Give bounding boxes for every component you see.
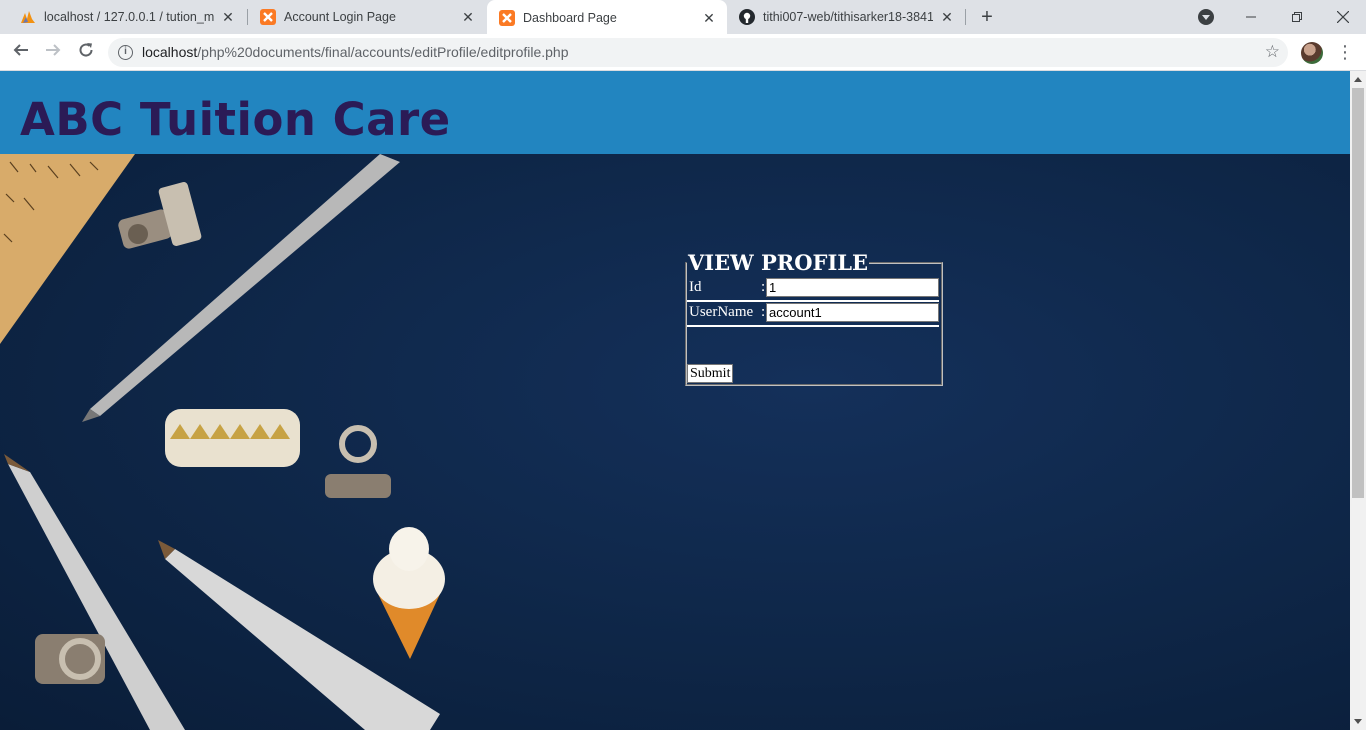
- tab-separator: [965, 9, 966, 25]
- page-viewport: ABC Tuition Care VIEW PROFILE Id: 1 Use…: [0, 71, 1350, 730]
- close-icon[interactable]: ✕: [701, 10, 717, 26]
- background-image: [0, 154, 1350, 730]
- username-input[interactable]: [766, 303, 939, 322]
- tab-title: Account Login Page: [284, 10, 396, 24]
- close-icon[interactable]: ✕: [220, 9, 236, 25]
- address-bar[interactable]: i localhost/php%20documents/final/accoun…: [108, 38, 1288, 67]
- reload-button[interactable]: [74, 40, 98, 64]
- tab-title: localhost / 127.0.0.1 / tution_man: [44, 10, 214, 24]
- page-scrollbar[interactable]: [1350, 71, 1366, 730]
- submit-button[interactable]: Submit: [687, 364, 734, 383]
- binder-clip-image: [35, 634, 105, 684]
- tab-title: tithi007-web/tithisarker18-38418: [763, 10, 933, 24]
- ruler-image: [0, 154, 135, 344]
- github-icon: [739, 9, 755, 25]
- row-divider: [687, 325, 939, 327]
- xampp-icon: [499, 9, 515, 26]
- close-window-button[interactable]: [1320, 0, 1366, 34]
- back-arrow-icon: [13, 44, 28, 56]
- tab-dashboard[interactable]: Dashboard Page ✕: [487, 0, 727, 35]
- browser-toolbar: i localhost/php%20documents/final/accoun…: [0, 34, 1366, 71]
- site-header: ABC Tuition Care: [0, 71, 1350, 154]
- phpmyadmin-icon: [20, 9, 36, 25]
- id-label: Id: [689, 279, 702, 295]
- new-tab-button[interactable]: +: [975, 5, 999, 29]
- scroll-thumb[interactable]: [1352, 88, 1364, 498]
- forward-button[interactable]: [41, 40, 65, 64]
- back-button[interactable]: [9, 40, 33, 64]
- tab-github[interactable]: tithi007-web/tithisarker18-38418 ✕: [727, 0, 965, 34]
- bookmark-star-icon[interactable]: ☆: [1265, 42, 1280, 62]
- site-title: ABC Tuition Care: [20, 93, 451, 146]
- profile-avatar[interactable]: [1301, 42, 1323, 64]
- id-input[interactable]: [766, 278, 939, 297]
- tab-title: Dashboard Page: [523, 10, 617, 25]
- url-path: /php%20documents/final/accounts/editProf…: [197, 44, 569, 60]
- view-profile-form: VIEW PROFILE Id : UserName : Submit: [685, 252, 943, 386]
- pencil-image: [4, 454, 185, 730]
- close-icon[interactable]: ✕: [460, 9, 476, 25]
- forward-arrow-icon: [46, 44, 61, 56]
- url-host: localhost: [142, 44, 198, 60]
- stationery-illustration: [0, 154, 445, 730]
- tab-phpmyadmin[interactable]: localhost / 127.0.0.1 / tution_man ✕: [8, 0, 246, 34]
- restore-button[interactable]: [1274, 0, 1320, 34]
- tab-strip: localhost / 127.0.0.1 / tution_man ✕ Acc…: [0, 0, 1366, 35]
- minimize-button[interactable]: [1228, 0, 1274, 34]
- tab-account-login[interactable]: Account Login Page ✕: [248, 0, 486, 34]
- id-row: Id :: [687, 277, 939, 299]
- form-legend: VIEW PROFILE: [688, 250, 869, 275]
- url-text: localhost/php%20documents/final/accounts…: [142, 44, 569, 60]
- username-label: UserName: [689, 304, 754, 320]
- close-icon[interactable]: ✕: [939, 9, 955, 25]
- binder-clip-image: [118, 182, 202, 249]
- xampp-icon: [260, 9, 276, 25]
- reload-icon: [79, 43, 93, 57]
- username-colon: :: [761, 304, 766, 320]
- tab-search-icon[interactable]: [1198, 9, 1214, 25]
- scroll-down-arrow-icon[interactable]: [1354, 719, 1362, 724]
- id-colon: :: [761, 279, 766, 295]
- binder-clip-image: [325, 425, 391, 498]
- ice-cream-image: [373, 527, 445, 659]
- info-icon[interactable]: i: [118, 45, 133, 60]
- scroll-up-arrow-icon[interactable]: [1354, 77, 1362, 82]
- browser-menu-icon[interactable]: ⋮: [1336, 40, 1354, 64]
- washi-tape-image: [165, 409, 300, 467]
- username-row: UserName :: [687, 302, 939, 324]
- pencil-image: [82, 154, 400, 422]
